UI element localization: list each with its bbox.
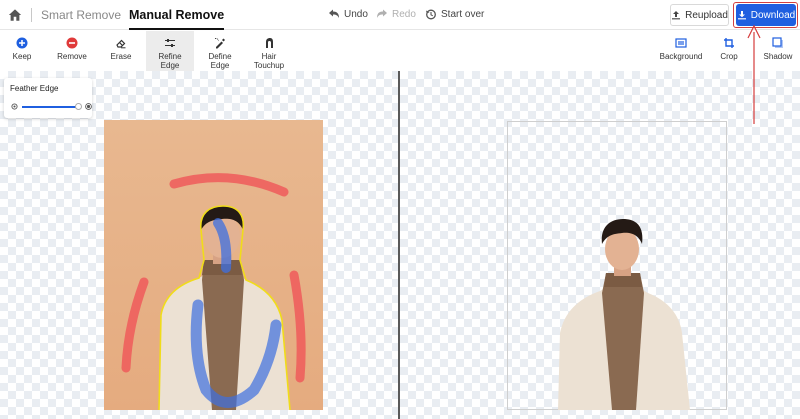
pen-edge-icon	[214, 37, 225, 49]
upload-icon	[672, 11, 681, 20]
keep-label: Keep	[12, 52, 32, 61]
sliders-icon	[165, 39, 175, 47]
feather-edge-slider-track[interactable]	[22, 106, 78, 108]
small-dot-icon	[11, 103, 18, 110]
undo-icon	[329, 9, 339, 18]
start-over-button[interactable]: Start over	[425, 8, 484, 20]
minus-circle-icon	[66, 37, 78, 49]
shadow-icon	[772, 37, 783, 48]
start-over-label: Start over	[441, 8, 485, 20]
divider	[31, 8, 32, 22]
background-icon	[675, 38, 687, 48]
define-edge-label-2: Edge	[210, 61, 230, 70]
refine-edge-label-2: Edge	[160, 61, 180, 70]
result-cutout-preview[interactable]	[550, 205, 700, 410]
undo-button[interactable]: Undo	[328, 8, 368, 20]
redo-label: Redo	[392, 8, 416, 20]
reupload-button[interactable]: Reupload	[670, 4, 729, 26]
define-edge-label-1: Define	[208, 52, 232, 61]
define-edge-tool[interactable]: Define Edge	[198, 31, 242, 71]
refine-edge-tool[interactable]: Refine Edge	[146, 31, 194, 71]
reupload-label: Reupload	[685, 9, 728, 21]
hair-touchup-tool[interactable]: Hair Touchup	[245, 31, 293, 71]
tab-manual-remove[interactable]: Manual Remove	[129, 8, 225, 30]
refine-edge-label-1: Refine	[158, 52, 182, 61]
remove-tool[interactable]: Remove	[52, 31, 92, 71]
eraser-icon	[116, 39, 126, 49]
keep-tool[interactable]: Keep	[4, 31, 40, 71]
shadow-label: Shadow	[763, 52, 793, 61]
background-label: Background	[659, 52, 703, 61]
restart-icon	[426, 9, 436, 20]
background-tool[interactable]: Background	[658, 31, 704, 71]
home-icon[interactable]	[8, 8, 22, 22]
top-bar: Smart Remove Manual Remove Undo Redo Sta…	[0, 0, 800, 30]
download-button[interactable]: Download	[736, 4, 796, 26]
tab-smart-remove[interactable]: Smart Remove	[41, 8, 121, 22]
redo-icon	[377, 9, 387, 18]
compare-divider[interactable]	[398, 71, 400, 419]
hair-touchup-label-1: Hair	[261, 52, 277, 61]
shadow-tool[interactable]: Shadow	[759, 31, 797, 71]
feather-edge-slider-knob[interactable]	[75, 103, 82, 110]
crop-label: Crop	[720, 52, 738, 61]
hair-touchup-label-2: Touchup	[253, 61, 285, 70]
undo-label: Undo	[344, 8, 368, 20]
remove-label: Remove	[57, 52, 87, 61]
crop-tool[interactable]: Crop	[713, 31, 745, 71]
download-label: Download	[750, 9, 796, 21]
download-icon	[737, 11, 746, 20]
original-photo-editor[interactable]	[104, 120, 323, 410]
erase-tool[interactable]: Erase	[103, 31, 139, 71]
feather-edge-panel: Feather Edge	[4, 78, 92, 118]
tool-bar: Keep Remove Erase Refine Edge Define Edg…	[0, 31, 800, 71]
large-dot-icon	[85, 103, 92, 110]
plus-circle-icon	[16, 37, 28, 49]
feather-edge-title: Feather Edge	[10, 84, 59, 93]
redo-button[interactable]: Redo	[376, 8, 416, 20]
erase-label: Erase	[110, 52, 132, 61]
hair-icon	[266, 38, 273, 48]
crop-icon	[724, 38, 734, 48]
